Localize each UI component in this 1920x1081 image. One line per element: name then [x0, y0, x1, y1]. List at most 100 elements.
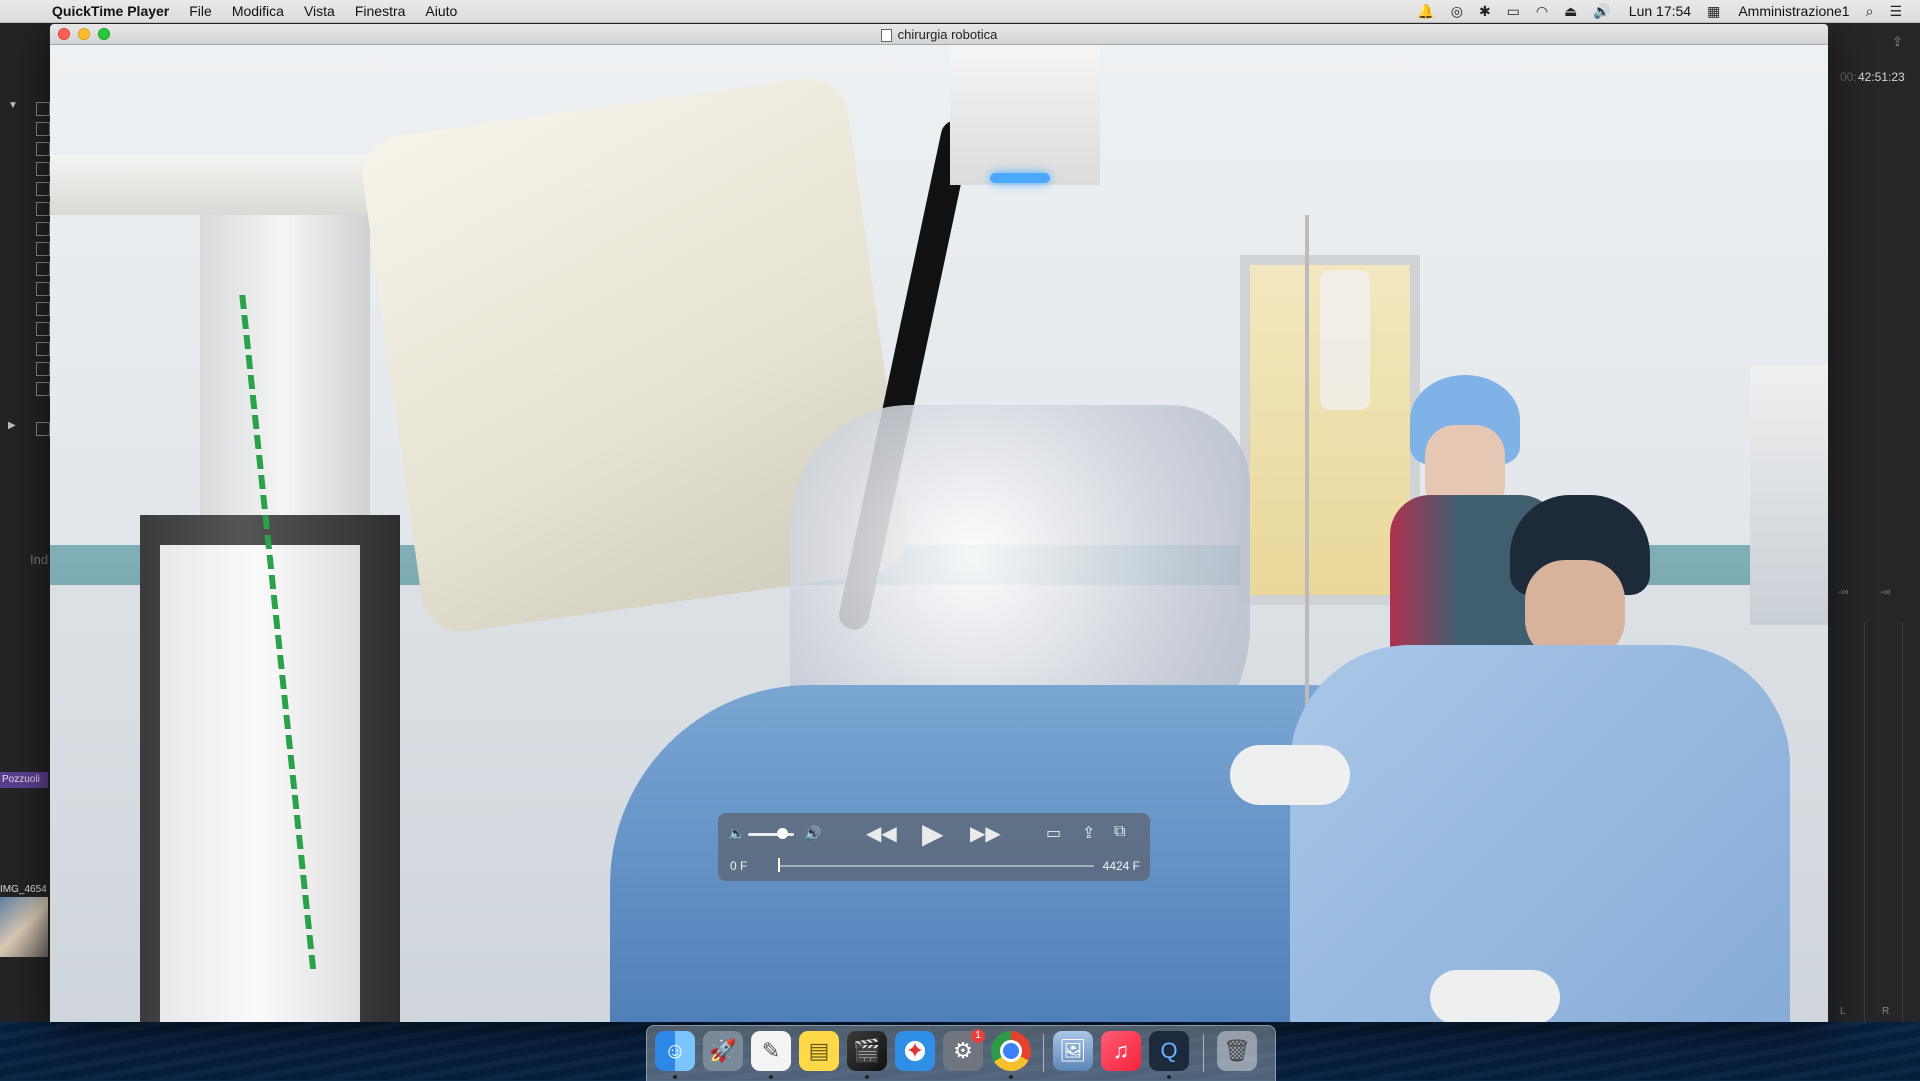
spotlight-icon[interactable]: ⌕	[1866, 3, 1874, 20]
google-chrome-icon[interactable]	[991, 1031, 1031, 1071]
editor-sidebar: ▼ ▶ Ind Pozzuoli IMG_4654	[0, 22, 50, 1022]
menu-aiuto[interactable]: Aiuto	[425, 3, 457, 19]
playback-controls: 🔈 🔊 ◀◀ ▶ ▶▶ ▭ ⇪ ⧉ 0 F 4424 F	[718, 813, 1150, 881]
quicktime-player-icon[interactable]: Q	[1149, 1031, 1189, 1071]
share-button[interactable]: ⇪	[1082, 823, 1095, 843]
preview-icon[interactable]: 🖼	[1053, 1031, 1093, 1071]
window-title: chirurgia robotica	[897, 26, 998, 42]
bluetooth-icon[interactable]: ✱	[1479, 3, 1491, 20]
audio-meter-right	[1902, 622, 1903, 1022]
volume-slider-knob[interactable]	[777, 828, 788, 839]
running-indicator	[865, 1075, 869, 1079]
timecode-prefix: 00:	[1840, 70, 1857, 84]
textedit-icon[interactable]: ✎	[751, 1031, 791, 1071]
editor-right-panel: ⇪ 00: 42:51:23 -∞ -∞ L R	[1830, 22, 1920, 1022]
dock-separator	[1043, 1034, 1044, 1072]
index-label[interactable]: Ind	[30, 552, 48, 567]
fast-forward-button[interactable]: ▶▶	[970, 821, 1001, 846]
volume-mute-icon[interactable]: 🔈	[728, 825, 745, 842]
event-icon[interactable]	[36, 262, 50, 276]
scene-iv-bag	[1320, 270, 1370, 410]
event-icon[interactable]	[36, 342, 50, 356]
event-icon[interactable]	[36, 382, 50, 396]
event-icon[interactable]	[36, 182, 50, 196]
total-time: 4424 F	[1102, 859, 1140, 873]
event-icon[interactable]	[36, 282, 50, 296]
status-area: 🔔 ◎ ✱ ▭ ◠ ⏏ 🔊 Lun 17:54 ▦ Amministrazion…	[1401, 3, 1920, 20]
library-icon[interactable]	[36, 102, 50, 116]
meter-minus-inf: -∞	[1838, 587, 1849, 598]
event-icon[interactable]	[36, 162, 50, 176]
scene-blue-light	[990, 173, 1050, 183]
event-icon[interactable]	[36, 302, 50, 316]
dock: ☺ 🚀 ✎ ▤ 🎬 ✦ ⚙ 1 🖼 ♫ Q 🗑	[646, 1025, 1276, 1081]
disclosure-triangle-open-icon[interactable]: ▼	[8, 100, 18, 111]
scene-robot-base-panel	[160, 545, 360, 1022]
event-icon[interactable]	[36, 222, 50, 236]
volume-max-icon[interactable]: 🔊	[804, 825, 821, 842]
scene-glove-left	[1230, 745, 1350, 805]
event-icon[interactable]	[36, 202, 50, 216]
safari-icon[interactable]: ✦	[895, 1031, 935, 1071]
scene-shelf	[1750, 365, 1828, 625]
launchpad-icon[interactable]: 🚀	[703, 1031, 743, 1071]
share-icon[interactable]: ⇪	[1892, 34, 1903, 50]
menu-bar: QuickTime Player File Modifica Vista Fin…	[0, 0, 1920, 23]
wifi-icon[interactable]: ◠	[1536, 3, 1548, 20]
meter-label-r: R	[1882, 1006, 1890, 1017]
calendar-icon[interactable]: ▦	[1707, 3, 1720, 20]
scrubber-playhead[interactable]	[778, 858, 780, 872]
running-indicator	[673, 1075, 677, 1079]
menu-file[interactable]: File	[189, 3, 212, 19]
timeline-clip[interactable]: Pozzuoli	[0, 772, 48, 788]
volume-icon[interactable]: 🔊	[1593, 3, 1610, 20]
library-icon[interactable]	[36, 422, 50, 436]
clip-thumbnail[interactable]	[0, 897, 48, 957]
finder-icon[interactable]: ☺	[655, 1031, 695, 1071]
minimize-button[interactable]	[78, 28, 90, 40]
menu-user[interactable]: Amministrazione1	[1738, 3, 1849, 19]
meter-label-l: L	[1840, 1006, 1846, 1017]
scrubber-track[interactable]	[778, 865, 1094, 867]
zoom-button[interactable]	[98, 28, 110, 40]
play-button[interactable]: ▶	[922, 817, 944, 850]
scene-glove-right	[1430, 970, 1560, 1022]
event-icon[interactable]	[36, 142, 50, 156]
music-icon[interactable]: ♫	[1101, 1031, 1141, 1071]
siri-icon[interactable]: ◎	[1451, 3, 1463, 20]
trash-icon[interactable]: 🗑	[1217, 1031, 1257, 1071]
rewind-button[interactable]: ◀◀	[866, 821, 897, 846]
disclosure-triangle-closed-icon[interactable]: ▶	[8, 420, 16, 431]
event-icon[interactable]	[36, 322, 50, 336]
running-indicator	[769, 1075, 773, 1079]
audio-meter-left	[1864, 622, 1865, 1022]
scene-iv-pole	[1305, 215, 1309, 715]
picture-in-picture-button[interactable]: ⧉	[1114, 823, 1125, 841]
menu-vista[interactable]: Vista	[304, 3, 335, 19]
meter-minus-inf: -∞	[1880, 587, 1891, 598]
menu-modifica[interactable]: Modifica	[232, 3, 284, 19]
airplay-icon[interactable]: ▭	[1507, 3, 1520, 20]
quicktime-window: chirurgia robotica 🔈 🔊 ◀◀ ▶ ▶▶ ▭ ⇪ ⧉ 0 F…	[50, 24, 1828, 1022]
event-icon[interactable]	[36, 242, 50, 256]
menu-finestra[interactable]: Finestra	[355, 3, 406, 19]
timecode-display: 42:51:23	[1858, 70, 1905, 84]
scene-ceiling-lamp	[950, 45, 1100, 185]
event-icon[interactable]	[36, 362, 50, 376]
airplay-button[interactable]: ▭	[1046, 823, 1061, 843]
system-preferences-icon[interactable]: ⚙ 1	[943, 1029, 985, 1071]
close-button[interactable]	[58, 28, 70, 40]
menu-app-name[interactable]: QuickTime Player	[52, 3, 169, 19]
current-time: 0 F	[730, 859, 748, 873]
window-title-bar[interactable]: chirurgia robotica	[50, 24, 1828, 45]
event-icon[interactable]	[36, 122, 50, 136]
notification-icon[interactable]: 🔔	[1417, 3, 1434, 20]
notes-icon[interactable]: ▤	[799, 1031, 839, 1071]
notification-badge: 1	[971, 1029, 985, 1043]
video-frame[interactable]: 🔈 🔊 ◀◀ ▶ ▶▶ ▭ ⇪ ⧉ 0 F 4424 F	[50, 45, 1828, 1022]
final-cut-pro-icon[interactable]: 🎬	[847, 1031, 887, 1071]
clip-label: IMG_4654	[0, 884, 47, 895]
menu-clock[interactable]: Lun 17:54	[1629, 3, 1691, 19]
eject-icon[interactable]: ⏏	[1564, 3, 1577, 20]
notification-center-icon[interactable]: ☰	[1889, 3, 1902, 20]
